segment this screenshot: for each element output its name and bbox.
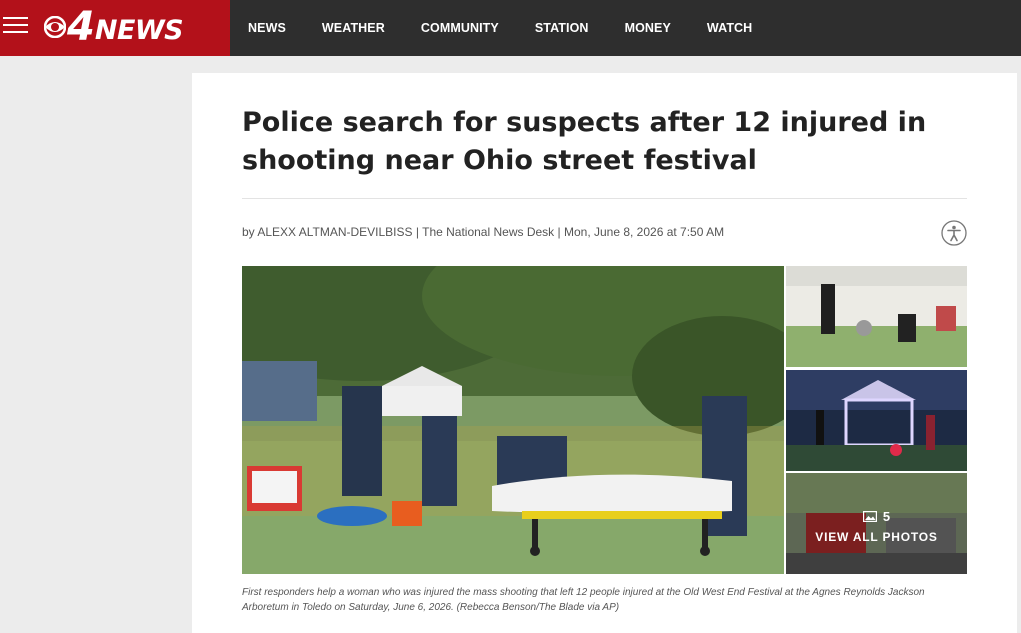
nav-money[interactable]: MONEY: [625, 21, 671, 35]
byline-prefix: by: [242, 225, 255, 239]
nav-weather[interactable]: WEATHER: [322, 21, 385, 35]
outlet-name: The National News Desk: [422, 225, 555, 239]
thumbnail-2[interactable]: [786, 370, 967, 471]
nav-station[interactable]: STATION: [535, 21, 589, 35]
top-navigation-bar: 4 NEWS NEWS WEATHER COMMUNITY STATION MO…: [0, 0, 1021, 56]
logo-block: 4 NEWS: [0, 0, 230, 56]
hamburger-menu-icon[interactable]: [3, 17, 28, 35]
cbs4-news-logo[interactable]: 4 NEWS: [44, 2, 184, 52]
nav-watch[interactable]: WATCH: [707, 21, 752, 35]
thumbnail-1-image: [786, 266, 967, 367]
nav-news[interactable]: NEWS: [248, 21, 286, 35]
headline-divider: [242, 198, 967, 199]
publish-date: Mon, June 8, 2026 at 7:50 AM: [563, 225, 725, 239]
cbs-eye-icon: [44, 16, 66, 38]
nav-community[interactable]: COMMUNITY: [421, 21, 499, 35]
byline: by ALEXX ALTMAN-DEVILBISS | The National…: [242, 225, 725, 239]
photo-count: 5: [862, 509, 891, 524]
main-photo-image: [242, 266, 784, 574]
main-photo[interactable]: [242, 266, 784, 574]
photo-gallery-icon: [862, 511, 877, 522]
thumbnail-3[interactable]: 5 VIEW ALL PHOTOS: [786, 473, 967, 574]
author-link[interactable]: ALEXX ALTMAN-DEVILBISS: [257, 225, 412, 239]
logo-number: 4: [67, 4, 95, 50]
view-all-photos-label: VIEW ALL PHOTOS: [815, 530, 938, 544]
photo-caption: First responders help a woman who was in…: [242, 587, 925, 613]
thumbnail-2-image: [786, 370, 967, 471]
photo-count-value: 5: [882, 509, 891, 524]
accessibility-icon[interactable]: [941, 220, 967, 246]
logo-text: NEWS: [94, 14, 184, 46]
view-all-photos-overlay[interactable]: 5 VIEW ALL PHOTOS: [786, 473, 967, 574]
article-headline: Police search for suspects after 12 inju…: [242, 107, 927, 176]
main-nav: NEWS WEATHER COMMUNITY STATION MONEY WAT…: [248, 0, 788, 56]
thumbnail-1[interactable]: [786, 266, 967, 367]
photo-gallery: 5 VIEW ALL PHOTOS: [242, 266, 967, 574]
